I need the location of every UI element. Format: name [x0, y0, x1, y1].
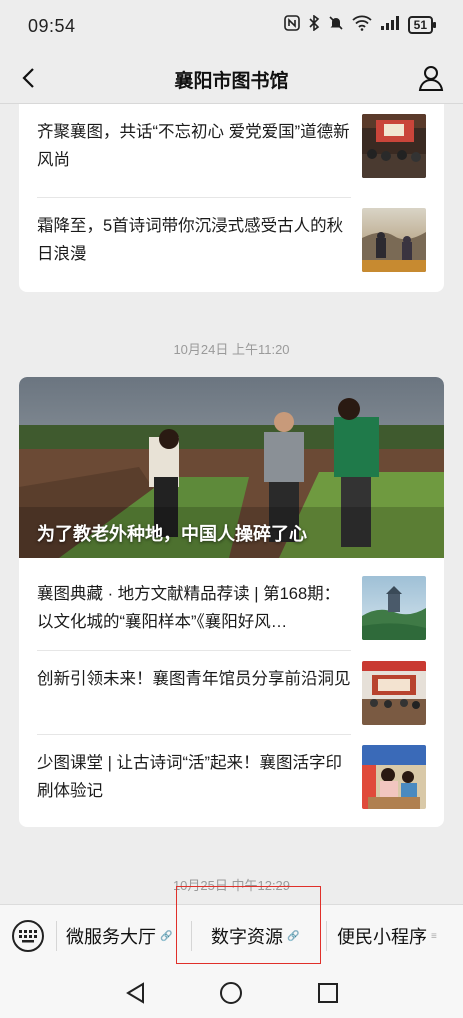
- menu-item-convenience-mini-programs[interactable]: 便民小程序 ≡: [337, 923, 437, 949]
- article-title: 创新引领未来！襄图青年馆员分享前沿洞见: [37, 670, 351, 688]
- article-title: 襄图典藏 · 地方文献精品荐读 | 第168期：以文化城的“襄阳样本”《襄阳好风…: [37, 585, 341, 631]
- menu-item-micro-service-hall[interactable]: 微服务大厅 🔗: [66, 923, 172, 949]
- hero-title: 为了教老外种地，中国人操碎了心: [37, 524, 307, 544]
- article-thumbnail: [362, 208, 426, 272]
- link-icon: 🔗: [160, 930, 173, 942]
- bluetooth-icon: [308, 14, 320, 35]
- user-icon[interactable]: [417, 64, 445, 92]
- menu-divider: [56, 921, 57, 951]
- system-nav-bar: [0, 966, 463, 1018]
- article-card-group-2: 为了教老外种地，中国人操碎了心 襄图典藏 · 地方文献精品荐读 | 第168期：…: [19, 377, 444, 827]
- list-item[interactable]: 少图课堂 | 让古诗词“活”起来！襄图活字印刷体验记: [19, 735, 444, 819]
- article-thumbnail: [362, 576, 426, 640]
- recents-square-icon[interactable]: [315, 980, 341, 1006]
- list-item[interactable]: 襄图典藏 · 地方文献精品荐读 | 第168期：以文化城的“襄阳样本”《襄阳好风…: [19, 566, 444, 650]
- article-title: 齐聚襄图，共话“不忘初心 爱党爱国”道德新风尚: [37, 123, 350, 169]
- highlight-box: [176, 886, 321, 964]
- article-thumbnail: [362, 114, 426, 178]
- article-thumbnail: [362, 745, 426, 809]
- home-circle-icon[interactable]: [218, 980, 244, 1006]
- list-item[interactable]: 创新引领未来！襄图青年馆员分享前沿洞见: [19, 651, 444, 735]
- article-card-group-1: 齐聚襄图，共话“不忘初心 爱党爱国”道德新风尚 霜降至，5首诗词带你沉浸式感受古…: [19, 104, 444, 292]
- message-feed[interactable]: 齐聚襄图，共话“不忘初心 爱党爱国”道德新风尚 霜降至，5首诗词带你沉浸式感受古…: [0, 104, 463, 904]
- article-title: 霜降至，5首诗词带你沉浸式感受古人的秋日浪漫: [37, 217, 344, 263]
- list-item[interactable]: 霜降至，5首诗词带你沉浸式感受古人的秋日浪漫: [19, 198, 444, 282]
- article-thumbnail: [362, 661, 426, 725]
- status-bar: 09:54 51: [0, 0, 463, 52]
- status-time: 09:54: [28, 16, 76, 36]
- submenu-icon: ≡: [431, 930, 437, 942]
- article-title: 少图课堂 | 让古诗词“活”起来！襄图活字印刷体验记: [37, 754, 342, 800]
- hero-article[interactable]: 为了教老外种地，中国人操碎了心: [19, 377, 444, 558]
- menu-item-label: 便民小程序: [337, 927, 427, 947]
- mute-icon: [328, 15, 344, 35]
- list-item[interactable]: 齐聚襄图，共话“不忘初心 爱党爱国”道德新风尚: [19, 104, 444, 188]
- top-nav-bar: 襄阳市图书馆: [0, 52, 463, 104]
- menu-divider: [326, 921, 327, 951]
- back-triangle-icon[interactable]: [123, 980, 149, 1006]
- keyboard-icon[interactable]: [12, 920, 44, 952]
- page-title: 襄阳市图书馆: [174, 71, 289, 92]
- wifi-icon: [352, 15, 372, 35]
- menu-item-label: 微服务大厅: [66, 927, 156, 947]
- date-divider: 10月24日 上午11:20: [173, 342, 290, 357]
- battery-indicator: 51: [407, 16, 437, 34]
- signal-icon: [380, 15, 400, 35]
- status-icons: 51: [283, 14, 437, 35]
- nfc-icon: [283, 15, 300, 35]
